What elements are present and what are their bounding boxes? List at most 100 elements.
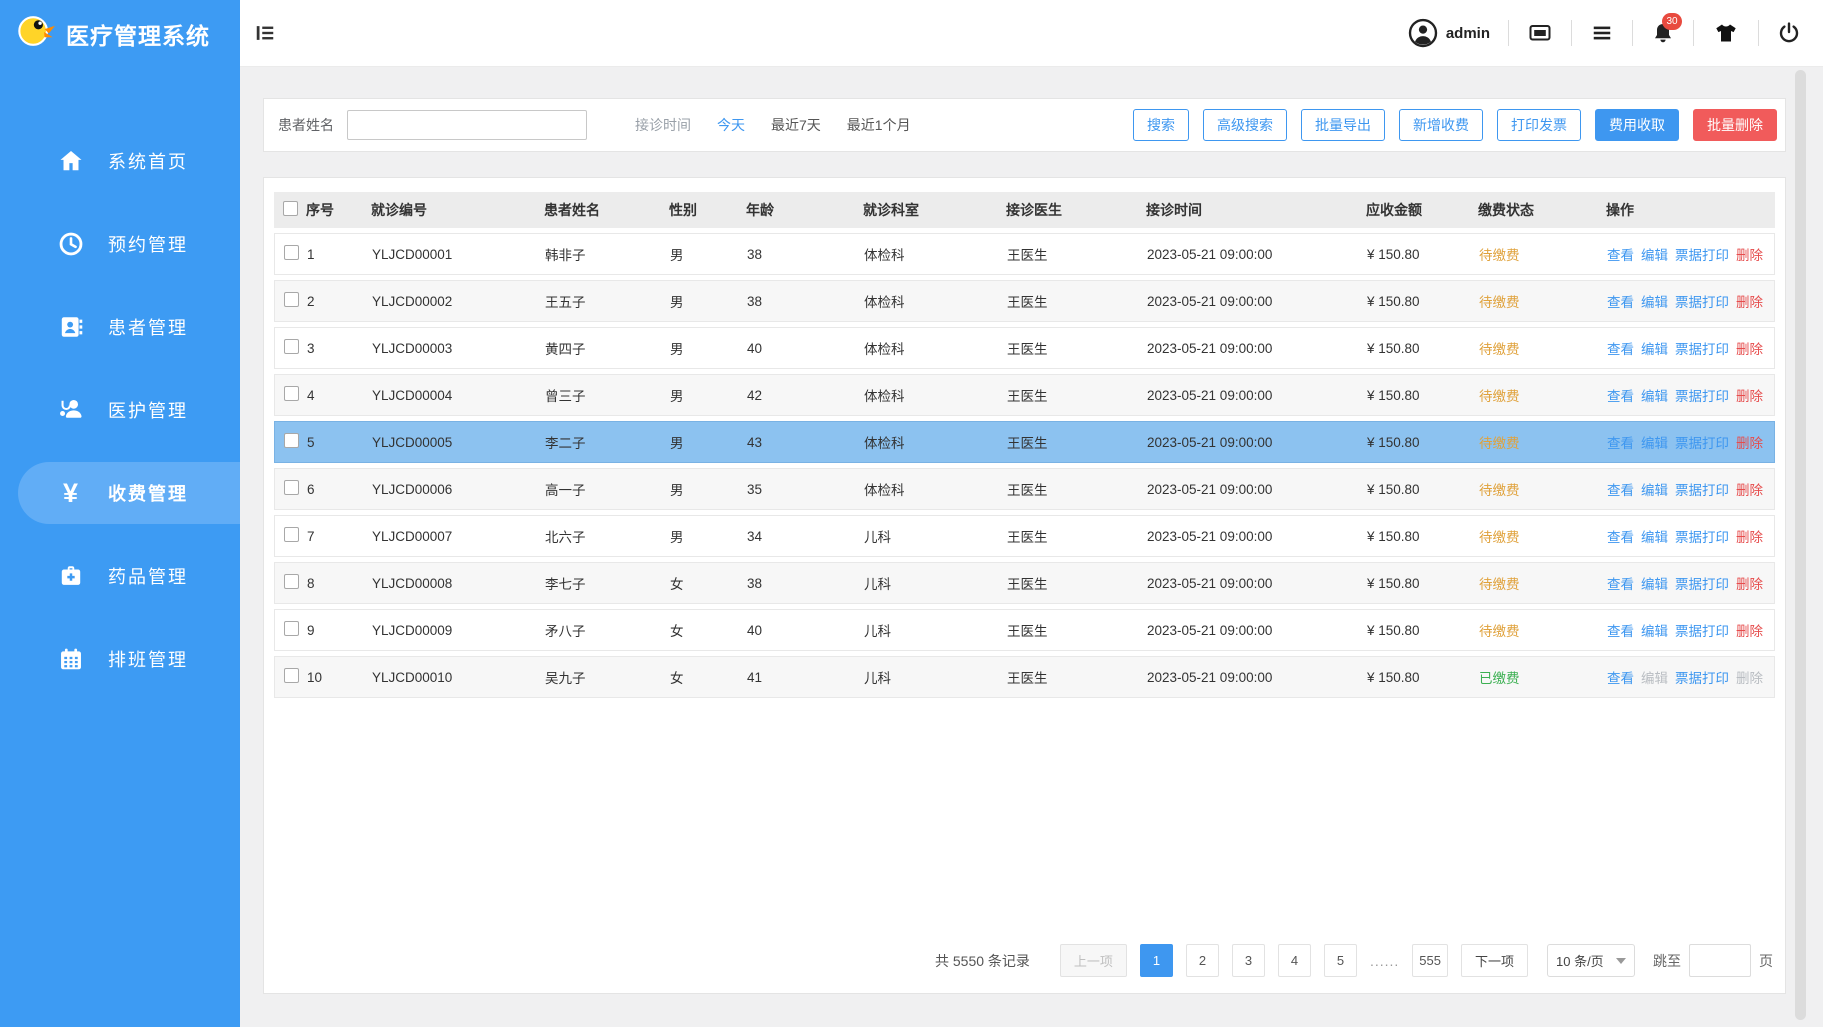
page-button-5[interactable]: 5 — [1324, 944, 1357, 977]
delete-link[interactable]: 删除 — [1736, 248, 1763, 263]
add-charge-button[interactable]: 新增收费 — [1399, 109, 1483, 141]
row-checkbox[interactable] — [284, 527, 299, 542]
print-receipt-link[interactable]: 票据打印 — [1675, 436, 1729, 451]
page-button-3[interactable]: 3 — [1232, 944, 1265, 977]
print-receipt-link[interactable]: 票据打印 — [1675, 342, 1729, 357]
total-suffix: 条记录 — [988, 953, 1030, 969]
edit-link[interactable]: 编辑 — [1641, 389, 1668, 404]
page-scrollbar[interactable] — [1795, 70, 1806, 1020]
avatar[interactable] — [1408, 18, 1438, 48]
sidebar-item-patients[interactable]: 患者管理 — [0, 296, 240, 358]
print-receipt-link[interactable]: 票据打印 — [1675, 530, 1729, 545]
view-link[interactable]: 查看 — [1607, 436, 1634, 451]
delete-link[interactable]: 删除 — [1736, 436, 1763, 451]
patient-name-input[interactable] — [347, 110, 587, 140]
time-option-today[interactable]: 今天 — [717, 117, 745, 133]
time-option-last-1-month[interactable]: 最近1个月 — [847, 117, 911, 133]
table-row[interactable]: 4YLJCD00004曾三子男42体检科王医生2023-05-21 09:00:… — [274, 374, 1775, 416]
jump-page-input[interactable] — [1689, 944, 1751, 977]
print-receipt-link[interactable]: 票据打印 — [1675, 248, 1729, 263]
row-checkbox[interactable] — [284, 480, 299, 495]
delete-link[interactable]: 删除 — [1736, 483, 1763, 498]
sidebar-item-scheduling[interactable]: 排班管理 — [0, 628, 240, 690]
sidebar-item-charging[interactable]: ¥收费管理 — [18, 462, 240, 524]
view-link[interactable]: 查看 — [1607, 624, 1634, 639]
per-page-select[interactable]: 10 条/页 — [1547, 944, 1635, 977]
collapse-sidebar-icon[interactable] — [254, 22, 276, 44]
advanced-search-button[interactable]: 高级搜索 — [1203, 109, 1287, 141]
page-button-last[interactable]: 555 — [1412, 944, 1448, 977]
batch-delete-button[interactable]: 批量删除 — [1693, 109, 1777, 141]
row-checkbox[interactable] — [284, 574, 299, 589]
delete-link[interactable]: 删除 — [1736, 295, 1763, 310]
power-icon[interactable] — [1777, 21, 1801, 45]
row-checkbox[interactable] — [284, 292, 299, 307]
edit-link[interactable]: 编辑 — [1641, 295, 1668, 310]
edit-link[interactable]: 编辑 — [1641, 671, 1668, 686]
next-page-button[interactable]: 下一项 — [1461, 944, 1528, 977]
sidebar-item-appointments[interactable]: 预约管理 — [0, 213, 240, 275]
search-button[interactable]: 搜索 — [1133, 109, 1189, 141]
print-receipt-link[interactable]: 票据打印 — [1675, 295, 1729, 310]
view-link[interactable]: 查看 — [1607, 577, 1634, 592]
page-button-1[interactable]: 1 — [1140, 944, 1173, 977]
username-label[interactable]: admin — [1446, 25, 1490, 42]
sidebar-item-home[interactable]: 系统首页 — [0, 130, 240, 192]
row-checkbox[interactable] — [284, 668, 299, 683]
time-option-last-7-days[interactable]: 最近7天 — [771, 117, 821, 133]
row-checkbox[interactable] — [284, 245, 299, 260]
table-row[interactable]: 8YLJCD00008李七子女38儿科王医生2023-05-21 09:00:0… — [274, 562, 1775, 604]
row-checkbox[interactable] — [284, 621, 299, 636]
print-receipt-link[interactable]: 票据打印 — [1675, 624, 1729, 639]
theme-shirt-icon[interactable] — [1712, 21, 1740, 45]
sidebar-item-medicine[interactable]: 药品管理 — [0, 545, 240, 607]
table-row[interactable]: 7YLJCD00007北六子男34儿科王医生2023-05-21 09:00:0… — [274, 515, 1775, 557]
delete-link[interactable]: 删除 — [1736, 671, 1763, 686]
edit-link[interactable]: 编辑 — [1641, 436, 1668, 451]
table-row[interactable]: 2YLJCD00002王五子男38体检科王医生2023-05-21 09:00:… — [274, 280, 1775, 322]
print-receipt-link[interactable]: 票据打印 — [1675, 389, 1729, 404]
row-checkbox[interactable] — [284, 339, 299, 354]
print-receipt-link[interactable]: 票据打印 — [1675, 483, 1729, 498]
edit-link[interactable]: 编辑 — [1641, 342, 1668, 357]
collect-fee-button[interactable]: 费用收取 — [1595, 109, 1679, 141]
table-row[interactable]: 10YLJCD00010吴九子女41儿科王医生2023-05-21 09:00:… — [274, 656, 1775, 698]
sidebar-item-medical-staff[interactable]: 医护管理 — [0, 379, 240, 441]
select-all-checkbox[interactable] — [283, 201, 298, 216]
bell-icon[interactable]: 30 — [1651, 21, 1675, 45]
table-row[interactable]: 3YLJCD00003黄四子男40体检科王医生2023-05-21 09:00:… — [274, 327, 1775, 369]
page-button-2[interactable]: 2 — [1186, 944, 1219, 977]
print-receipt-link[interactable]: 票据打印 — [1675, 577, 1729, 592]
menu-icon[interactable] — [1590, 22, 1614, 44]
edit-link[interactable]: 编辑 — [1641, 577, 1668, 592]
view-link[interactable]: 查看 — [1607, 483, 1634, 498]
page-ellipsis: ...... — [1370, 953, 1399, 969]
edit-link[interactable]: 编辑 — [1641, 530, 1668, 545]
view-link[interactable]: 查看 — [1607, 248, 1634, 263]
edit-link[interactable]: 编辑 — [1641, 483, 1668, 498]
print-invoice-button[interactable]: 打印发票 — [1497, 109, 1581, 141]
prev-page-button[interactable]: 上一项 — [1060, 944, 1127, 977]
view-link[interactable]: 查看 — [1607, 530, 1634, 545]
table-row[interactable]: 9YLJCD00009矛八子女40儿科王医生2023-05-21 09:00:0… — [274, 609, 1775, 651]
view-link[interactable]: 查看 — [1607, 295, 1634, 310]
delete-link[interactable]: 删除 — [1736, 624, 1763, 639]
delete-link[interactable]: 删除 — [1736, 389, 1763, 404]
edit-link[interactable]: 编辑 — [1641, 624, 1668, 639]
view-link[interactable]: 查看 — [1607, 389, 1634, 404]
delete-link[interactable]: 删除 — [1736, 530, 1763, 545]
view-link[interactable]: 查看 — [1607, 342, 1634, 357]
table-row[interactable]: 6YLJCD00006高一子男35体检科王医生2023-05-21 09:00:… — [274, 468, 1775, 510]
monitor-icon[interactable] — [1527, 21, 1553, 45]
page-button-4[interactable]: 4 — [1278, 944, 1311, 977]
print-receipt-link[interactable]: 票据打印 — [1675, 671, 1729, 686]
table-row[interactable]: 5YLJCD00005李二子男43体检科王医生2023-05-21 09:00:… — [274, 421, 1775, 463]
table-row[interactable]: 1YLJCD00001韩非子男38体检科王医生2023-05-21 09:00:… — [274, 233, 1775, 275]
row-checkbox[interactable] — [284, 433, 299, 448]
view-link[interactable]: 查看 — [1607, 671, 1634, 686]
delete-link[interactable]: 删除 — [1736, 577, 1763, 592]
delete-link[interactable]: 删除 — [1736, 342, 1763, 357]
row-checkbox[interactable] — [284, 386, 299, 401]
batch-export-button[interactable]: 批量导出 — [1301, 109, 1385, 141]
edit-link[interactable]: 编辑 — [1641, 248, 1668, 263]
